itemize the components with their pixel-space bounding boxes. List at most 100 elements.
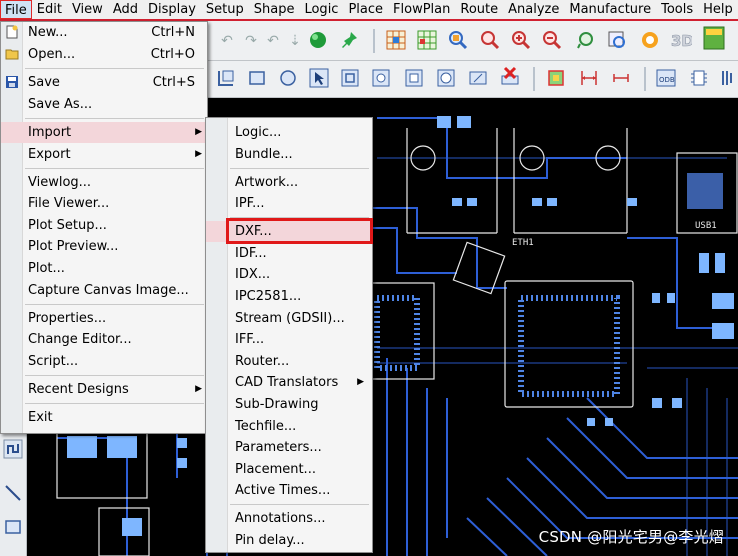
route-icon[interactable] — [2, 438, 24, 460]
merge-shapes-icon[interactable] — [339, 67, 361, 89]
zoom-fit-icon[interactable] — [447, 29, 469, 51]
flip-board-icon[interactable] — [703, 26, 725, 50]
pin-icon[interactable] — [338, 29, 360, 51]
import-stream[interactable]: Stream (GDSII)... — [206, 308, 372, 329]
menu-item-label: Plot... — [28, 261, 65, 276]
redo-step-icon[interactable]: ⇣ — [284, 30, 306, 52]
import-pin-delay[interactable]: Pin delay... — [206, 530, 372, 551]
grid-icon[interactable] — [385, 29, 407, 51]
file-menu-script[interactable]: Script... — [1, 351, 207, 372]
save-icon — [6, 76, 18, 88]
import-iff[interactable]: IFF... — [206, 329, 372, 350]
void-element-icon[interactable] — [467, 67, 489, 89]
zoom-previous-icon[interactable] — [575, 29, 597, 51]
file-menu-open[interactable]: Open... Ctrl+O — [1, 44, 207, 65]
delete-shape-icon[interactable] — [499, 66, 521, 88]
menu-analyze[interactable]: Analyze — [503, 0, 564, 19]
menu-help[interactable]: Help — [698, 0, 738, 19]
file-menu-plot-setup[interactable]: Plot Setup... — [1, 215, 207, 236]
layer-icon[interactable] — [718, 67, 738, 89]
menu-item-label: Script... — [28, 354, 79, 369]
menu-item-label: Bundle... — [235, 147, 293, 162]
file-menu-viewlog[interactable]: Viewlog... — [1, 172, 207, 193]
import-active-times[interactable]: Active Times... — [206, 480, 372, 501]
menu-item-shortcut: Ctrl+S — [152, 75, 195, 90]
file-menu-save-as[interactable]: Save As... — [1, 94, 207, 115]
import-bundle[interactable]: Bundle... — [206, 144, 372, 165]
file-menu-properties[interactable]: Properties... — [1, 308, 207, 329]
menu-separator — [25, 118, 204, 119]
zoom-world-icon[interactable] — [606, 29, 628, 51]
menu-place[interactable]: Place — [343, 0, 388, 19]
import-placement[interactable]: Placement... — [206, 459, 372, 480]
circle-icon[interactable] — [277, 67, 299, 89]
import-artwork[interactable]: Artwork... — [206, 172, 372, 193]
menu-view[interactable]: View — [67, 0, 108, 19]
import-sub-drawing[interactable]: Sub-Drawing — [206, 394, 372, 415]
file-menu: New... Ctrl+N Open... Ctrl+O Save Ctrl+S… — [0, 21, 208, 434]
file-menu-file-viewer[interactable]: File Viewer... — [1, 193, 207, 214]
menu-edit[interactable]: Edit — [32, 0, 67, 19]
shape-edit-icon[interactable] — [215, 67, 237, 89]
component-icon[interactable] — [688, 67, 710, 89]
menu-item-label: Parameters... — [235, 440, 322, 455]
file-menu-change-editor[interactable]: Change Editor... — [1, 329, 207, 350]
redo-icon[interactable]: ↷ — [240, 30, 262, 52]
void-rect-icon[interactable] — [403, 67, 425, 89]
void-circle-icon[interactable] — [435, 67, 457, 89]
dimension-horizontal-icon[interactable] — [610, 67, 632, 89]
import-logic[interactable]: Logic... — [206, 122, 372, 143]
import-ipf[interactable]: IPF... — [206, 193, 372, 214]
grid-color-icon[interactable] — [416, 29, 438, 51]
menu-add[interactable]: Add — [108, 0, 143, 19]
menu-logic[interactable]: Logic — [299, 0, 343, 19]
menu-route[interactable]: Route — [455, 0, 503, 19]
menu-item-label: Save As... — [28, 97, 93, 112]
import-idx[interactable]: IDX... — [206, 264, 372, 285]
3d-view-icon[interactable]: 3D — [670, 29, 692, 51]
file-menu-export[interactable]: Export ▶ — [1, 144, 207, 165]
file-menu-plot[interactable]: Plot... — [1, 258, 207, 279]
zoom-out-icon[interactable] — [541, 29, 563, 51]
file-menu-save[interactable]: Save Ctrl+S — [1, 72, 207, 93]
file-menu-exit[interactable]: Exit — [1, 407, 207, 428]
redraw-icon[interactable] — [639, 29, 661, 51]
menu-tools[interactable]: Tools — [656, 0, 698, 19]
import-cad-translators[interactable]: CAD Translators ▶ — [206, 372, 372, 393]
import-ipc2581[interactable]: IPC2581... — [206, 286, 372, 307]
line-icon[interactable] — [2, 482, 24, 504]
select-arrow-icon[interactable] — [308, 67, 330, 89]
menu-item-label: Viewlog... — [28, 175, 92, 190]
menu-file[interactable]: File — [0, 0, 32, 19]
void-icon[interactable] — [370, 67, 392, 89]
file-menu-new[interactable]: New... Ctrl+N — [1, 22, 207, 43]
green-ball-icon[interactable] — [307, 29, 329, 51]
rect-tool-icon[interactable] — [2, 516, 24, 538]
import-router[interactable]: Router... — [206, 351, 372, 372]
menu-item-label: IPC2581... — [235, 289, 302, 304]
file-menu-capture-canvas[interactable]: Capture Canvas Image... — [1, 280, 207, 301]
zoom-in-icon[interactable] — [510, 29, 532, 51]
odb-export-icon[interactable]: ODB — [655, 67, 677, 89]
menu-item-label: Properties... — [28, 311, 107, 326]
undo-icon[interactable]: ↶ — [216, 30, 238, 52]
dimension-linear-icon[interactable] — [578, 67, 600, 89]
import-idf[interactable]: IDF... — [206, 243, 372, 264]
rectangle-icon[interactable] — [246, 67, 268, 89]
zoom-window-icon[interactable] — [479, 29, 501, 51]
undo-step-icon[interactable]: ↶ — [262, 30, 284, 52]
menu-item-label: Stream (GDSII)... — [235, 311, 345, 326]
file-menu-plot-preview[interactable]: Plot Preview... — [1, 236, 207, 257]
import-annotations[interactable]: Annotations... — [206, 508, 372, 529]
menu-manufacture[interactable]: Manufacture — [564, 0, 656, 19]
file-menu-import[interactable]: Import ▶ — [1, 122, 207, 143]
menu-display[interactable]: Display — [143, 0, 201, 19]
menu-setup[interactable]: Setup — [201, 0, 249, 19]
import-submenu: Logic... Bundle... Artwork... IPF... DXF… — [205, 117, 373, 553]
import-parameters[interactable]: Parameters... — [206, 437, 372, 458]
dimension-icon[interactable] — [545, 67, 567, 89]
import-techfile[interactable]: Techfile... — [206, 416, 372, 437]
file-menu-recent-designs[interactable]: Recent Designs ▶ — [1, 379, 207, 400]
menu-flowplan[interactable]: FlowPlan — [388, 0, 455, 19]
menu-shape[interactable]: Shape — [249, 0, 300, 19]
